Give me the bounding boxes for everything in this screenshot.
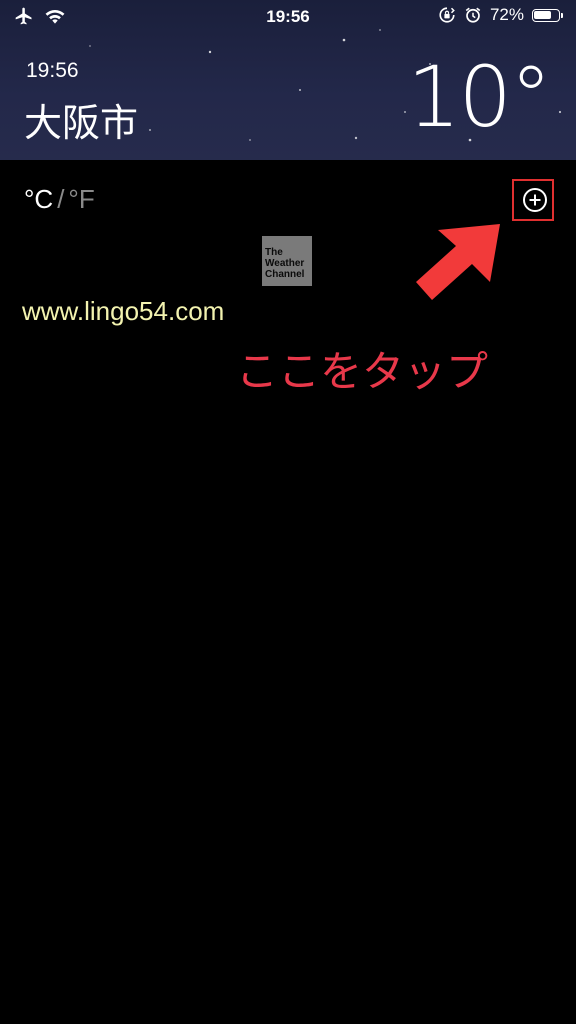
unit-separator: / — [57, 184, 65, 214]
status-bar: 19:56 72% — [0, 0, 576, 34]
logo-line-3: Channel — [265, 269, 305, 280]
temperature-unit-toggle[interactable]: °C / °F — [24, 184, 95, 215]
city-name: 大阪市 — [24, 101, 139, 145]
weather-channel-logo[interactable]: The Weather Channel — [262, 236, 312, 286]
tap-here-label: ここをタップ — [236, 347, 489, 396]
current-location-header[interactable]: 19:56 72% 19:56 大阪市 10° — [0, 0, 576, 160]
weather-screen: 19:56 72% 19:56 大阪市 10° °C / °F The Weat… — [0, 0, 576, 1024]
battery-percentage: 72% — [489, 5, 524, 24]
logo-line-1: The — [265, 247, 283, 258]
logo-line-2: Weather — [265, 258, 305, 269]
alarm-icon — [465, 7, 481, 23]
fahrenheit-option[interactable]: °F — [68, 184, 94, 214]
celsius-option[interactable]: °C — [24, 184, 53, 214]
watermark-url: www.lingo54.com — [22, 296, 225, 326]
battery-icon — [532, 8, 563, 22]
battery-level-fill — [534, 10, 551, 19]
location-local-time: 19:56 — [26, 59, 79, 82]
plus-circle-icon[interactable] — [522, 187, 548, 213]
arrow-icon — [416, 224, 500, 300]
orientation-lock-icon — [439, 7, 455, 23]
current-temperature: 10° — [407, 48, 552, 146]
